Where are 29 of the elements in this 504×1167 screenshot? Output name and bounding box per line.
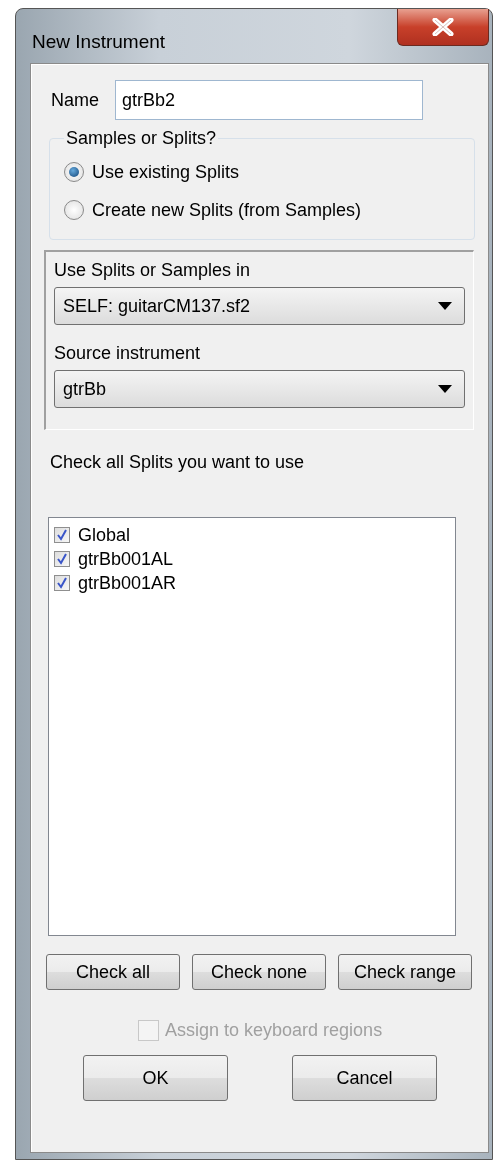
instruction-text: Check all Splits you want to use — [50, 452, 306, 473]
window-title: New Instrument — [32, 31, 166, 53]
radio-label: Use existing Splits — [92, 161, 240, 183]
checkbox[interactable] — [54, 527, 70, 543]
radio-button[interactable] — [64, 162, 84, 182]
dropdown-arrow-icon — [438, 302, 452, 310]
check-button[interactable]: Check none — [192, 954, 326, 990]
ok-button[interactable]: OK — [83, 1055, 228, 1101]
field-label: Source instrument — [54, 343, 202, 364]
close-button[interactable] — [397, 9, 489, 46]
group-title: Samples or Splits? — [65, 128, 218, 149]
name-label: Name — [51, 89, 99, 111]
checkbox-label: Assign to keyboard regions — [165, 1020, 383, 1041]
dropdown[interactable]: gtrBb — [54, 370, 465, 408]
split-label: Global — [78, 524, 131, 546]
field-label: Use Splits or Samples in — [54, 260, 252, 281]
cancel-button[interactable]: Cancel — [292, 1055, 437, 1101]
checkbox[interactable] — [54, 575, 70, 591]
check-button[interactable]: Check all — [46, 954, 180, 990]
name-field[interactable]: gtrBb2 — [115, 80, 423, 120]
dropdown-arrow-icon — [438, 385, 452, 393]
close-icon — [432, 18, 454, 36]
split-label: gtrBb001AR — [78, 572, 177, 594]
check-button[interactable]: Check range — [338, 954, 472, 990]
radio-label: Create new Splits (from Samples) — [92, 199, 362, 221]
radio-button[interactable] — [64, 200, 84, 220]
split-label: gtrBb001AL — [78, 548, 174, 570]
checkbox[interactable] — [54, 551, 70, 567]
dropdown[interactable]: SELF: guitarCM137.sf2 — [54, 287, 465, 325]
